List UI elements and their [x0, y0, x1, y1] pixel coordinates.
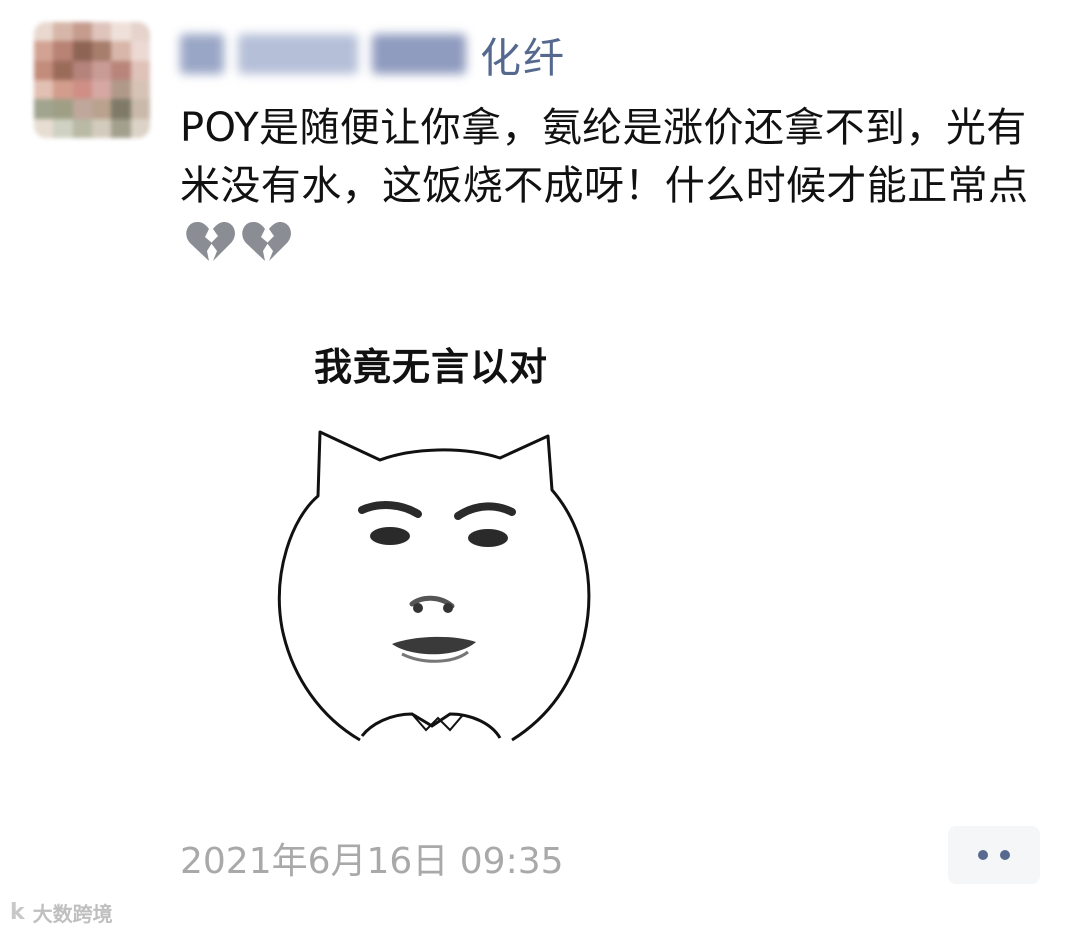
watermark: k 大数跨境	[10, 898, 113, 927]
watermark-text: 大数跨境	[32, 902, 113, 926]
author-name-redacted	[372, 34, 466, 74]
author-name-suffix: 化纤	[480, 34, 566, 82]
author-name[interactable]: 化纤	[180, 26, 566, 82]
broken-heart-icon	[242, 221, 291, 261]
author-name-redacted	[238, 34, 358, 74]
meme-image[interactable]: 我竟无言以对	[262, 318, 614, 758]
broken-heart-icon	[186, 221, 235, 261]
post-body-text: POY是随便让你拿，氨纶是涨价还拿不到，光有米没有水，这饭烧不成呀！什么时候才能…	[180, 105, 1029, 209]
avatar[interactable]	[34, 22, 150, 138]
meme-caption: 我竟无言以对	[314, 345, 549, 389]
ellipsis-icon	[978, 850, 988, 860]
post-body: POY是随便让你拿，氨纶是涨价还拿不到，光有米没有水，这饭烧不成呀！什么时候才能…	[180, 99, 1050, 273]
more-actions-button[interactable]	[948, 826, 1040, 884]
meme-cat-face	[277, 430, 591, 742]
post-timestamp: 2021年6月16日 09:35	[180, 841, 564, 882]
author-name-redacted	[180, 34, 224, 74]
ellipsis-icon	[1000, 850, 1010, 860]
watermark-logo: k	[10, 900, 25, 925]
